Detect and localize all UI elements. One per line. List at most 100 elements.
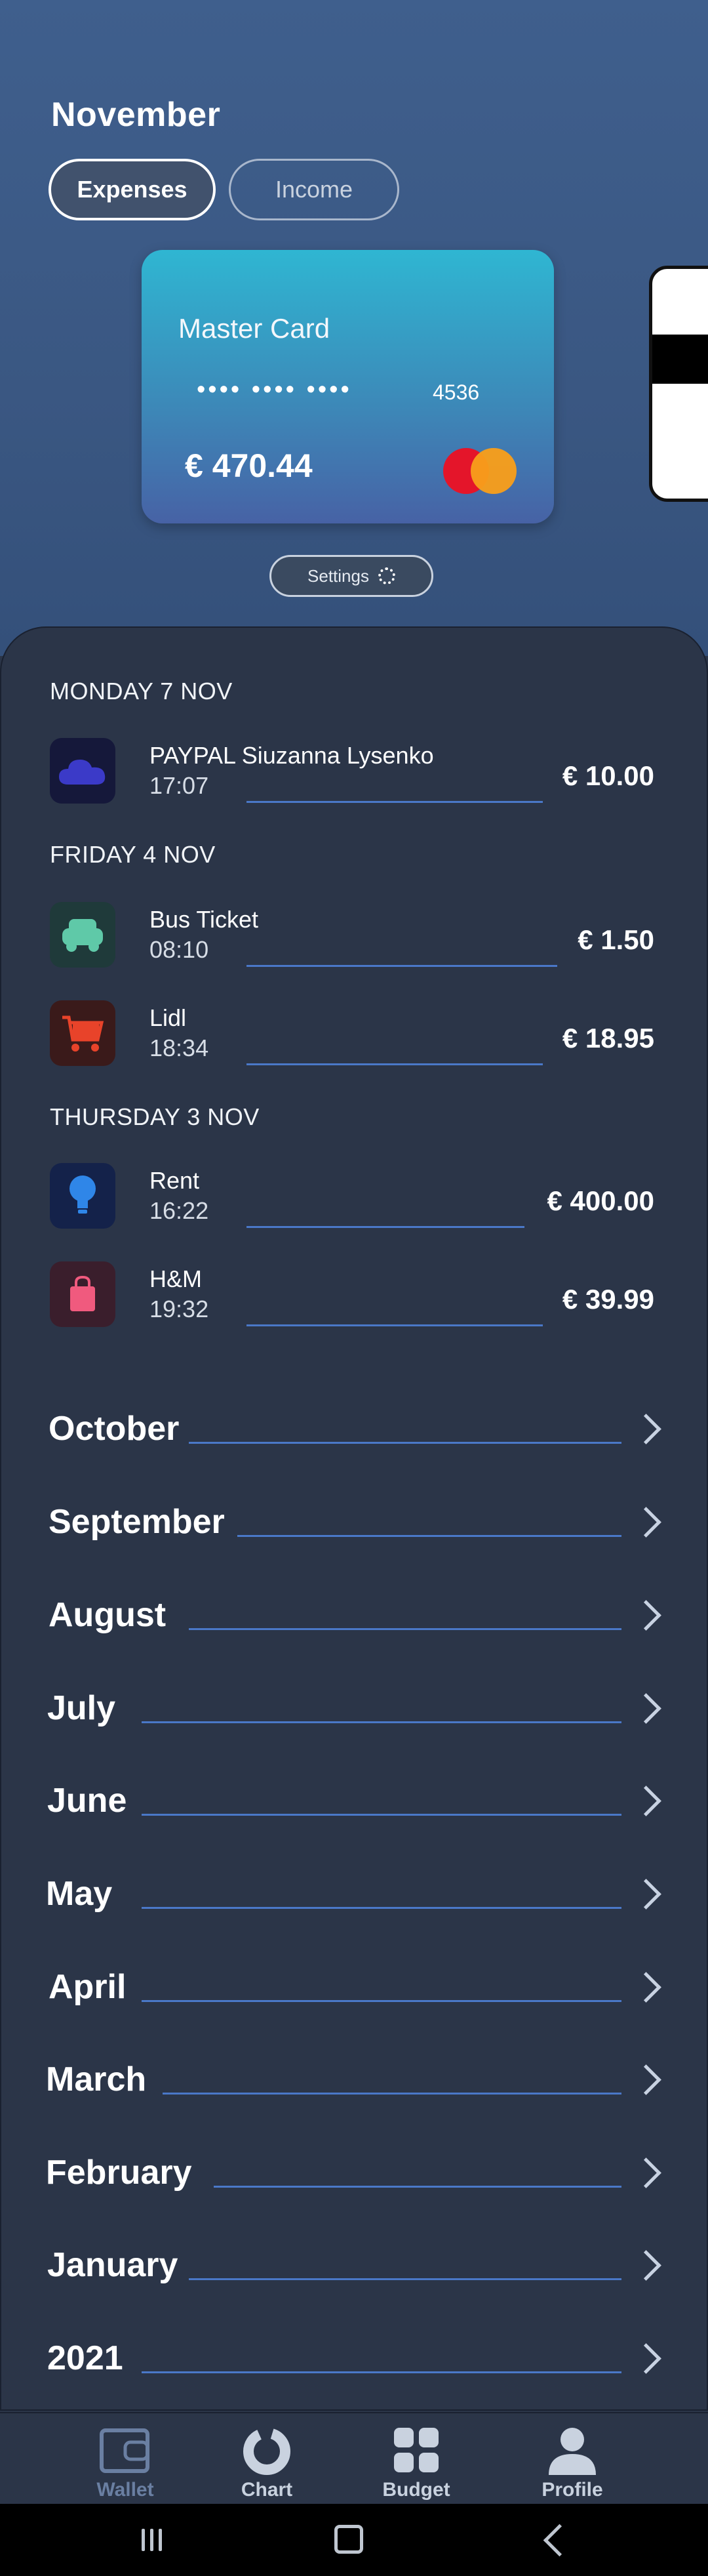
nav-profile[interactable]: Profile	[517, 2426, 628, 2501]
wallet-icon	[99, 2426, 151, 2475]
month-label: June	[47, 1782, 127, 1820]
master-card[interactable]: Master Card •••• •••• •••• 4536 € 470.44	[142, 250, 554, 523]
transaction-name: PAYPAL Siuzanna Lysenko	[149, 742, 434, 769]
lightbulb-icon	[50, 1163, 115, 1229]
divider	[142, 1721, 621, 1723]
divider	[142, 2371, 621, 2373]
month-label: May	[46, 1875, 113, 1913]
divider	[189, 1628, 621, 1630]
transaction-time: 17:07	[149, 772, 209, 799]
divider	[214, 2186, 621, 2188]
chevron-right-icon	[631, 1414, 661, 1444]
transaction-row[interactable]: Bus Ticket 08:10 € 1.50	[0, 902, 708, 981]
mastercard-logo-icon	[443, 448, 517, 494]
chevron-right-icon	[631, 2064, 661, 2095]
home-icon[interactable]	[334, 2525, 363, 2554]
month-row-august[interactable]: August	[0, 1595, 708, 1648]
divider	[246, 801, 543, 803]
nav-chart-label: Chart	[241, 2479, 293, 2501]
month-row-april[interactable]: April	[0, 1967, 708, 2020]
settings-label: Settings	[307, 565, 369, 586]
divider	[246, 1063, 543, 1065]
nav-wallet-label: Wallet	[96, 2479, 154, 2501]
month-row-september[interactable]: September	[0, 1502, 708, 1555]
month-row-may[interactable]: May	[0, 1874, 708, 1927]
divider	[246, 965, 557, 967]
month-row-october[interactable]: October	[0, 1409, 708, 1462]
transaction-name: Rent	[149, 1167, 200, 1194]
transaction-time: 19:32	[149, 1296, 209, 1322]
car-icon	[50, 902, 115, 968]
divider	[142, 2000, 621, 2002]
day-header: THURSDAY 3 NOV	[50, 1103, 260, 1130]
chevron-right-icon	[631, 1879, 661, 1910]
transaction-row[interactable]: Rent 16:22 € 400.00	[0, 1163, 708, 1242]
transaction-row[interactable]: H&M 19:32 € 39.99	[0, 1261, 708, 1340]
nav-chart[interactable]: Chart	[211, 2426, 323, 2501]
user-icon	[546, 2426, 599, 2475]
month-label: February	[46, 2154, 192, 2192]
month-row-july[interactable]: July	[0, 1688, 708, 1741]
chevron-right-icon	[631, 1600, 661, 1631]
day-header: MONDAY 7 NOV	[50, 678, 233, 705]
chevron-right-icon	[631, 1507, 661, 1538]
card-brand: Master Card	[178, 313, 330, 344]
nav-budget-label: Budget	[382, 2479, 450, 2501]
divider	[246, 1226, 524, 1228]
transaction-name: H&M	[149, 1265, 202, 1292]
month-label: October	[49, 1410, 180, 1448]
transaction-row[interactable]: Lidl 18:34 € 18.95	[0, 1000, 708, 1079]
chevron-right-icon	[631, 2250, 661, 2281]
cloud-icon	[50, 738, 115, 804]
tab-income[interactable]: Income	[229, 159, 399, 220]
gear-icon	[378, 567, 395, 584]
transaction-amount: € 18.95	[562, 1023, 654, 1053]
divider	[246, 1324, 543, 1326]
month-label: August	[49, 1596, 167, 1634]
month-row-january[interactable]: January	[0, 2245, 708, 2298]
month-label: March	[46, 2060, 147, 2098]
divider	[189, 2278, 621, 2280]
month-label: January	[47, 2246, 178, 2284]
recent-apps-icon[interactable]	[142, 2529, 164, 2551]
next-card[interactable]	[649, 266, 708, 502]
chevron-right-icon	[631, 2343, 661, 2374]
month-row-june[interactable]: June	[0, 1781, 708, 1833]
nav-wallet[interactable]: Wallet	[69, 2426, 181, 2501]
chevron-right-icon	[631, 1693, 661, 1724]
transaction-amount: € 1.50	[578, 924, 654, 955]
chevron-right-icon	[631, 1972, 661, 2003]
divider	[189, 1442, 621, 1444]
chevron-right-icon	[631, 1786, 661, 1816]
month-row-march[interactable]: March	[0, 2060, 708, 2112]
card-masked-number: •••• •••• ••••	[197, 376, 352, 403]
month-label: September	[49, 1503, 225, 1541]
divider	[142, 1907, 621, 1909]
transaction-time: 16:22	[149, 1197, 209, 1224]
transaction-amount: € 10.00	[562, 760, 654, 791]
month-row-february[interactable]: February	[0, 2153, 708, 2205]
page-title: November	[51, 96, 221, 134]
transaction-time: 08:10	[149, 936, 209, 963]
transaction-row[interactable]: PAYPAL Siuzanna Lysenko 17:07 € 10.00	[0, 738, 708, 817]
nav-profile-label: Profile	[541, 2479, 603, 2501]
magnetic-stripe	[652, 335, 708, 384]
transaction-time: 18:34	[149, 1034, 209, 1061]
divider	[163, 2093, 621, 2095]
nav-budget[interactable]: Budget	[361, 2426, 472, 2501]
settings-button[interactable]: Settings	[269, 555, 433, 597]
transaction-name: Lidl	[149, 1004, 187, 1031]
month-label: 2021	[47, 2339, 123, 2377]
card-last-digits: 4536	[433, 380, 480, 404]
tab-expenses[interactable]: Expenses	[49, 159, 216, 220]
transaction-name: Bus Ticket	[149, 906, 259, 933]
bottom-navigation: Wallet Chart Budget Profile	[0, 2412, 708, 2504]
card-balance: € 470.44	[185, 447, 313, 484]
month-label: July	[47, 1689, 116, 1727]
transaction-amount: € 39.99	[562, 1284, 654, 1315]
divider	[142, 1814, 621, 1816]
month-row-2021[interactable]: 2021	[0, 2339, 708, 2391]
transaction-amount: € 400.00	[547, 1185, 655, 1216]
back-icon[interactable]	[543, 2524, 576, 2557]
day-header: FRIDAY 4 NOV	[50, 841, 216, 868]
